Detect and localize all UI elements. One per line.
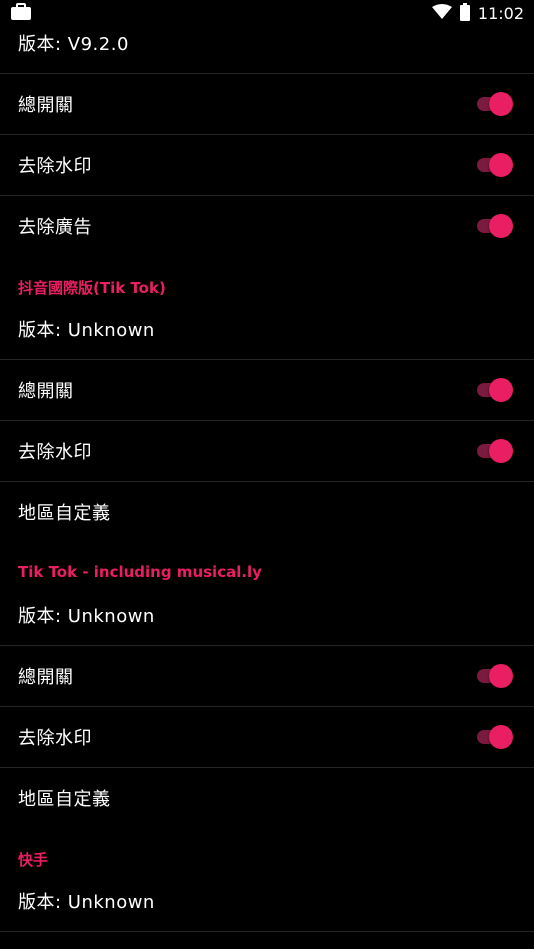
setting-row-region-custom[interactable]: 地區自定義 bbox=[0, 482, 534, 542]
version-row[interactable]: 版本: Unknown bbox=[0, 299, 534, 359]
setting-row-remove-ads[interactable]: 去除廣告 bbox=[0, 196, 534, 256]
divider bbox=[0, 931, 534, 932]
toggle-switch[interactable] bbox=[477, 214, 513, 238]
toggle-switch[interactable] bbox=[477, 153, 513, 177]
version-label: 版本: Unknown bbox=[18, 892, 155, 913]
toggle-switch[interactable] bbox=[477, 725, 513, 749]
setting-row-master-switch[interactable]: 總開關 bbox=[0, 360, 534, 420]
wifi-icon bbox=[431, 3, 452, 24]
version-row[interactable]: 版本: Unknown bbox=[0, 585, 534, 645]
section-header-tiktok-intl: 抖音國際版(Tik Tok) bbox=[18, 279, 166, 297]
toggle-switch[interactable] bbox=[477, 664, 513, 688]
settings-list[interactable]: 版本: V9.2.0 總開關 去除水印 去除廣告 抖音國際版(Tik Tok) … bbox=[0, 27, 534, 949]
setting-label: 去除廣告 bbox=[18, 217, 92, 238]
section-header-tiktok-musically: Tik Tok - including musical.ly bbox=[18, 563, 262, 581]
setting-row-region-custom[interactable]: 地區自定義 bbox=[0, 768, 534, 828]
version-label: 版本: Unknown bbox=[18, 320, 155, 341]
version-row[interactable]: 版本: V9.2.0 bbox=[0, 27, 534, 73]
setting-label: 地區自定義 bbox=[18, 789, 111, 810]
toggle-switch[interactable] bbox=[477, 439, 513, 463]
setting-row-remove-watermark[interactable]: 去除水印 bbox=[0, 135, 534, 195]
setting-label: 總開關 bbox=[18, 95, 74, 116]
setting-label: 去除水印 bbox=[18, 728, 92, 749]
setting-row-remove-watermark[interactable]: 去除水印 bbox=[0, 707, 534, 767]
setting-label: 總開關 bbox=[18, 381, 74, 402]
briefcase-icon bbox=[10, 2, 32, 25]
status-bar: 11:02 bbox=[0, 0, 534, 27]
setting-label: 總開關 bbox=[18, 667, 74, 688]
setting-label: 地區自定義 bbox=[18, 503, 111, 524]
section-header-kuaishou: 快手 bbox=[18, 851, 49, 869]
toggle-switch[interactable] bbox=[477, 92, 513, 116]
version-label: 版本: V9.2.0 bbox=[18, 34, 129, 55]
battery-icon bbox=[459, 2, 470, 25]
setting-row-remove-watermark[interactable]: 去除水印 bbox=[0, 421, 534, 481]
setting-label: 去除水印 bbox=[18, 156, 92, 177]
setting-row-master-switch[interactable]: 總開關 bbox=[0, 646, 534, 706]
setting-row-master-switch[interactable]: 總開關 bbox=[0, 74, 534, 134]
clock: 11:02 bbox=[477, 4, 524, 23]
toggle-switch[interactable] bbox=[477, 378, 513, 402]
setting-label: 去除水印 bbox=[18, 442, 92, 463]
version-row[interactable]: 版本: Unknown bbox=[0, 871, 534, 931]
version-label: 版本: Unknown bbox=[18, 606, 155, 627]
